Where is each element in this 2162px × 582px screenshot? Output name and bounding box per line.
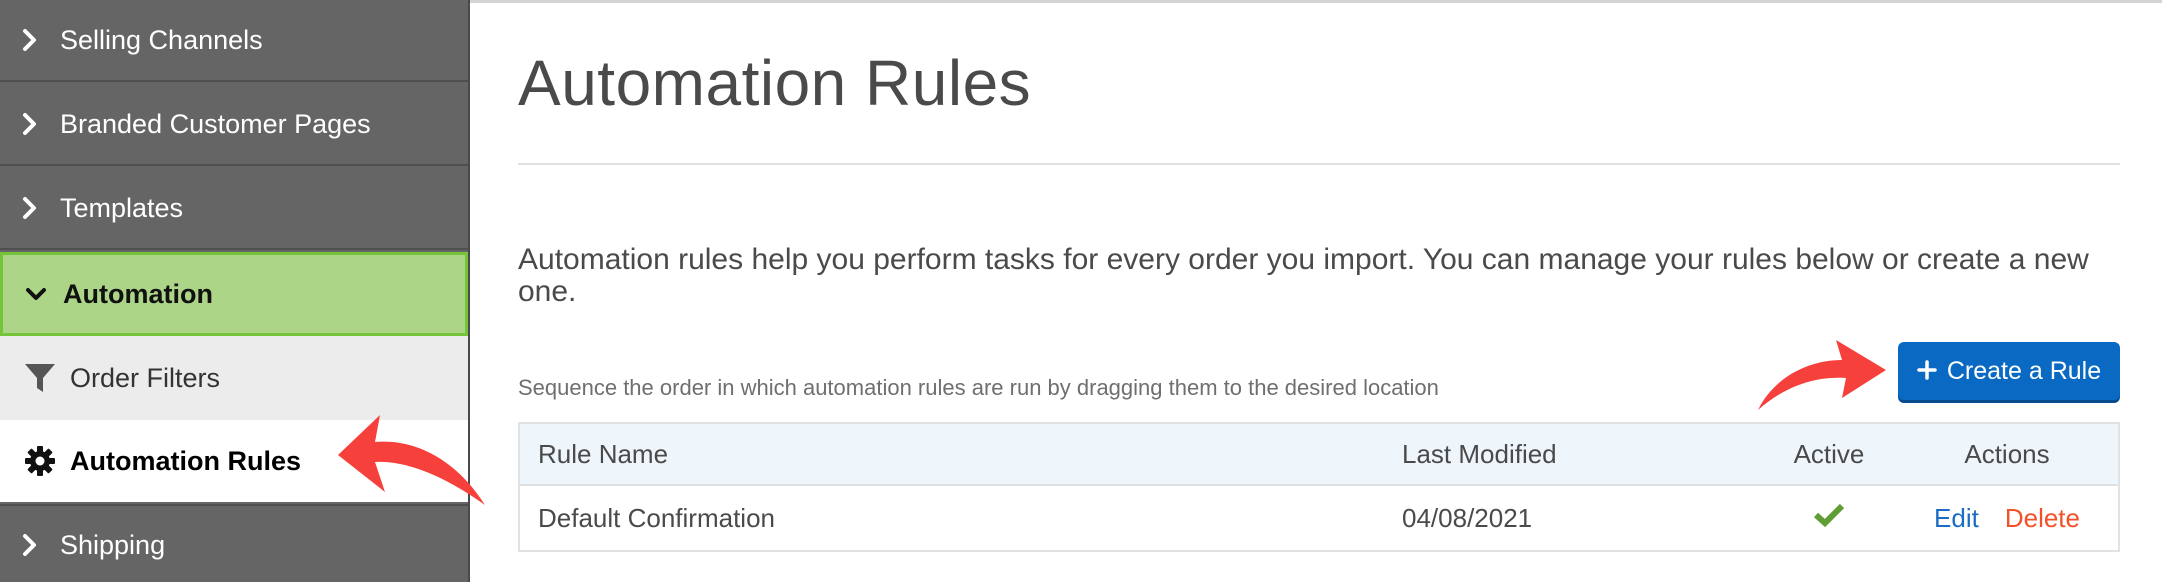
edit-link[interactable]: Edit bbox=[1934, 503, 1979, 534]
sidebar-item-shipping[interactable]: Shipping bbox=[0, 504, 468, 582]
page-title: Automation Rules bbox=[518, 47, 1032, 119]
sidebar-item-templates[interactable]: Templates bbox=[0, 168, 468, 250]
last-modified-cell: 04/08/2021 bbox=[1402, 502, 1533, 533]
column-header-rule-name: Rule Name bbox=[538, 438, 669, 469]
sidebar-item-selling-channels[interactable]: Selling Channels bbox=[0, 0, 468, 82]
title-divider bbox=[518, 163, 2120, 165]
create-rule-label: Create a Rule bbox=[1946, 356, 2102, 385]
chevron-right-icon bbox=[0, 112, 60, 136]
plus-icon bbox=[1917, 354, 1937, 388]
table-row[interactable]: Default Confirmation 04/08/2021 Edit Del… bbox=[520, 486, 2118, 550]
delete-link[interactable]: Delete bbox=[2005, 503, 2080, 534]
filter-icon bbox=[0, 362, 70, 394]
gear-icon bbox=[0, 445, 70, 477]
annotation-arrow-left-icon bbox=[338, 415, 485, 505]
column-header-active: Active bbox=[1793, 438, 1865, 469]
chevron-right-icon bbox=[0, 196, 60, 220]
column-header-last-modified: Last Modified bbox=[1402, 438, 1557, 469]
sidebar-item-label: Shipping bbox=[60, 529, 166, 560]
sidebar-item-label: Branded Customer Pages bbox=[60, 108, 371, 139]
chevron-right-icon bbox=[0, 533, 60, 557]
annotation-arrow-right-icon bbox=[1758, 340, 1886, 410]
sidebar-item-label: Automation bbox=[63, 278, 213, 309]
sidebar-item-label: Automation Rules bbox=[70, 445, 302, 476]
sidebar-item-label: Templates bbox=[60, 192, 184, 223]
sidebar-item-order-filters[interactable]: Order Filters bbox=[0, 336, 468, 420]
actions-cell: Edit Delete bbox=[1896, 503, 2118, 534]
rules-table: Rule Name Last Modified Active Actions D… bbox=[518, 422, 2120, 552]
rule-name-cell: Default Confirmation bbox=[538, 502, 775, 533]
column-header-actions: Actions bbox=[1964, 438, 2050, 469]
create-rule-button[interactable]: Create a Rule bbox=[1898, 342, 2120, 400]
table-header: Rule Name Last Modified Active Actions bbox=[520, 424, 2118, 486]
sidebar-item-branded-customer-pages[interactable]: Branded Customer Pages bbox=[0, 84, 468, 166]
top-border bbox=[470, 0, 2162, 3]
chevron-down-icon bbox=[3, 286, 63, 302]
sidebar-item-label: Order Filters bbox=[70, 362, 221, 393]
check-icon bbox=[1813, 502, 1845, 535]
sidebar-item-label: Selling Channels bbox=[60, 24, 263, 55]
sidebar-item-automation[interactable]: Automation bbox=[0, 252, 468, 336]
active-cell bbox=[1762, 502, 1896, 535]
chevron-right-icon bbox=[0, 28, 60, 52]
intro-text: Automation rules help you perform tasks … bbox=[518, 243, 2089, 308]
sequence-hint: Sequence the order in which automation r… bbox=[518, 375, 1439, 400]
